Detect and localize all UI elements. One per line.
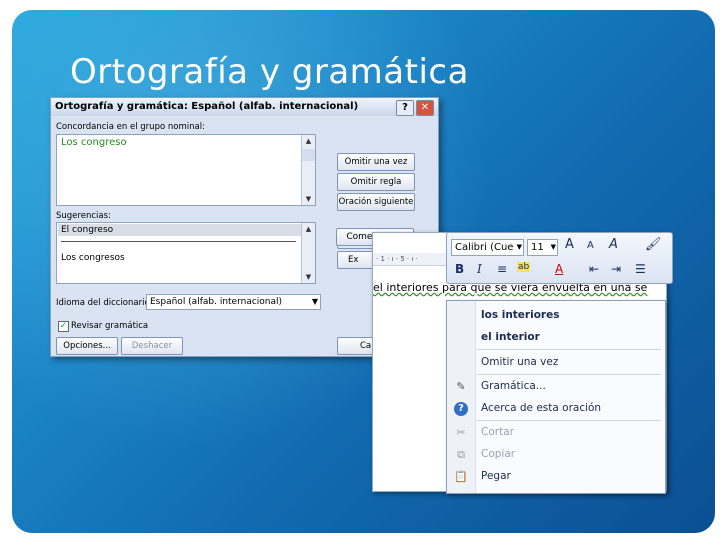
chevron-down-icon[interactable]: ▼	[312, 295, 318, 309]
decrease-indent-icon[interactable]: ⇤	[589, 262, 599, 276]
deshacer-button[interactable]: Deshacer	[121, 337, 183, 355]
concordancia-label: Concordancia en el grupo nominal:	[56, 122, 205, 132]
grow-font-icon[interactable]: A	[565, 237, 574, 252]
dialog-title: Ortografía y gramática: Español (alfab. …	[55, 101, 359, 112]
center-align-icon[interactable]: ≡	[497, 262, 507, 276]
revisar-checkbox[interactable]: ✓	[58, 321, 69, 332]
bullets-icon[interactable]: ☰	[635, 262, 646, 276]
omitir-una-vez-button[interactable]: Omitir una vez	[337, 153, 415, 171]
menu-separator	[477, 420, 661, 421]
revisar-label: Revisar gramática	[71, 321, 149, 331]
grammar-error-text[interactable]: el interio	[373, 281, 422, 294]
menu-pegar[interactable]: Pegar	[481, 470, 511, 482]
suggestions-scrollbar[interactable]: ▲ ▼	[301, 223, 315, 283]
chevron-down-icon[interactable]: ▼	[551, 240, 556, 255]
paste-icon: 📋	[454, 470, 468, 483]
idioma-label: Idioma del diccionario:	[56, 298, 153, 308]
increase-indent-icon[interactable]: ⇥	[611, 262, 621, 276]
suggestion-el-interior[interactable]: el interior	[481, 331, 540, 343]
oracion-siguiente-button[interactable]: Oración siguiente	[337, 193, 415, 211]
help-button[interactable]: ?	[396, 100, 414, 116]
grammar-icon: ✎	[456, 380, 466, 393]
divider	[61, 241, 296, 242]
bold-button[interactable]: B	[455, 262, 464, 276]
font-size: 11	[531, 242, 544, 253]
opciones-button[interactable]: Opciones...	[56, 337, 118, 355]
menu-omitir-una-vez[interactable]: Omitir una vez	[481, 356, 558, 368]
sugerencias-label: Sugerencias:	[56, 211, 111, 221]
copy-icon: ⧉	[457, 448, 465, 461]
slide-title: Ortografía y gramática	[70, 52, 469, 92]
context-menu: los interiores el interior Omitir una ve…	[446, 300, 666, 494]
font-name-box[interactable]: Calibri (Cue ▼	[451, 239, 524, 256]
scroll-up-icon[interactable]: ▲	[302, 135, 315, 147]
idioma-value: Español (alfab. internacional)	[150, 297, 283, 307]
font-color-icon[interactable]: A	[555, 262, 563, 276]
menu-copiar[interactable]: Copiar	[481, 448, 515, 460]
font-size-box[interactable]: 11 ▼	[527, 239, 558, 256]
suggestions-list[interactable]: El congreso Los congresos ▲ ▼	[56, 222, 316, 284]
menu-gutter	[447, 301, 476, 493]
styles-icon[interactable]: A	[609, 237, 618, 252]
concordancia-scrollbar[interactable]: ▲ ▼	[301, 135, 315, 205]
menu-separator	[477, 349, 661, 350]
scroll-up-icon[interactable]: ▲	[302, 223, 315, 235]
dialog-title-bar: Ortografía y gramática: Español (alfab. …	[51, 98, 438, 116]
menu-gramatica[interactable]: Gramática...	[481, 380, 546, 392]
idioma-select[interactable]: Español (alfab. internacional) ▼	[146, 294, 321, 310]
help-icon: ?	[454, 402, 468, 416]
menu-acerca-de-esta-oracion[interactable]: Acerca de esta oración	[481, 402, 601, 414]
suggestion-item[interactable]: El congreso	[58, 224, 303, 236]
close-button[interactable]: ✕	[416, 100, 434, 116]
suggestion-los-interiores[interactable]: los interiores	[481, 309, 559, 321]
omitir-regla-button[interactable]: Omitir regla	[337, 173, 415, 191]
shrink-font-icon[interactable]: A	[587, 240, 594, 251]
font-name: Calibri (Cue	[455, 242, 514, 253]
concordancia-textbox[interactable]: Los congreso ▲ ▼	[56, 134, 316, 206]
highlight-icon[interactable]: ab	[517, 262, 531, 272]
scroll-thumb[interactable]	[302, 149, 315, 161]
chevron-down-icon[interactable]: ▼	[517, 240, 522, 255]
ruler: · 1 · ı · 5 · ı ·	[373, 253, 456, 266]
menu-cortar[interactable]: Cortar	[481, 426, 514, 438]
mini-toolbar: Calibri (Cue ▼ 11 ▼ A A A 🖌 B I ≡ ab A ⇤…	[446, 232, 673, 284]
format-painter-icon[interactable]: 🖌	[645, 237, 662, 252]
italic-button[interactable]: I	[477, 262, 482, 276]
suggestion-item[interactable]: Los congresos	[61, 253, 125, 263]
error-text: Los congreso	[61, 137, 127, 148]
scroll-down-icon[interactable]: ▼	[302, 271, 315, 283]
scissors-icon: ✂	[456, 426, 466, 439]
menu-separator	[477, 374, 661, 375]
scroll-down-icon[interactable]: ▼	[302, 193, 315, 205]
